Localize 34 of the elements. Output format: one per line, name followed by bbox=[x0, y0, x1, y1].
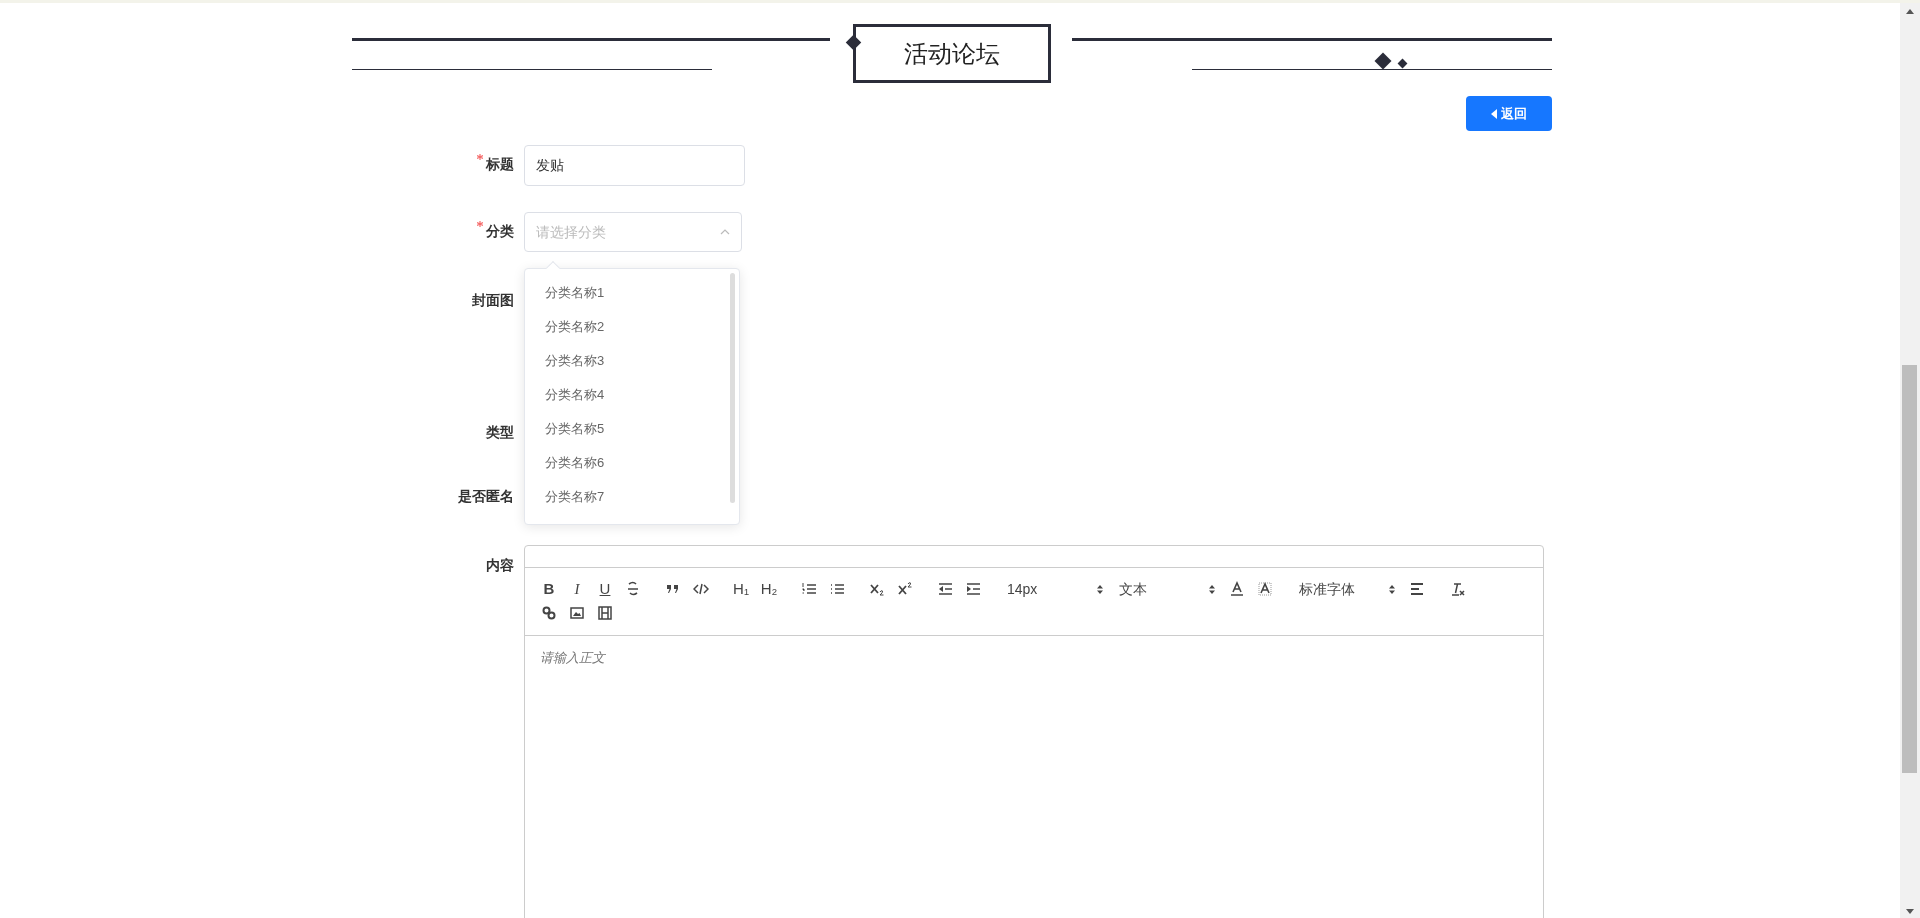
dropdown-option[interactable]: 分类名称5 bbox=[525, 412, 739, 446]
dropdown-option[interactable]: 分类名称4 bbox=[525, 378, 739, 412]
format-button[interactable]: H₁ bbox=[727, 577, 755, 601]
dropdown-option[interactable]: 分类名称2 bbox=[525, 310, 739, 344]
required-icon bbox=[477, 154, 483, 160]
field-label: 是否匿名 bbox=[458, 487, 514, 506]
format-dropdown[interactable]: 14px bbox=[999, 577, 1111, 601]
editor-placeholder[interactable]: 请输入正文 bbox=[540, 648, 605, 668]
field-label: 标题 bbox=[486, 155, 514, 174]
scrollbar[interactable] bbox=[1900, 3, 1920, 918]
format-dropdown[interactable]: 标准字体 bbox=[1291, 577, 1403, 601]
required-icon bbox=[477, 221, 483, 227]
updown-icon bbox=[1389, 584, 1395, 594]
format-button[interactable]: B bbox=[535, 577, 563, 601]
format-dropdown[interactable]: 文本 bbox=[1111, 577, 1223, 601]
page-title: 活动论坛 bbox=[853, 24, 1051, 83]
back-button[interactable]: 返回 bbox=[1466, 96, 1552, 131]
field-label: 分类 bbox=[486, 222, 514, 241]
format-button[interactable]: H₂ bbox=[755, 577, 783, 601]
field-label: 内容 bbox=[486, 556, 514, 575]
title-input[interactable]: 发贴 bbox=[524, 145, 745, 186]
dropdown-option[interactable]: 分类名称7 bbox=[525, 480, 739, 514]
format-button[interactable]: I bbox=[563, 577, 591, 601]
dropdown-option[interactable]: 分类名称6 bbox=[525, 446, 739, 480]
updown-icon bbox=[1209, 584, 1215, 594]
field-label: 封面图 bbox=[472, 291, 514, 310]
format-button[interactable]: U bbox=[591, 577, 619, 601]
dropdown-option[interactable]: 分类名称1 bbox=[525, 276, 739, 310]
dropdown-option[interactable]: 分类名称3 bbox=[525, 344, 739, 378]
caret-left-icon bbox=[1491, 108, 1497, 119]
chevron-icon bbox=[720, 229, 730, 235]
field-label: 类型 bbox=[486, 423, 514, 442]
scrollbar-thumb[interactable] bbox=[730, 273, 735, 503]
updown-icon bbox=[1097, 584, 1103, 594]
